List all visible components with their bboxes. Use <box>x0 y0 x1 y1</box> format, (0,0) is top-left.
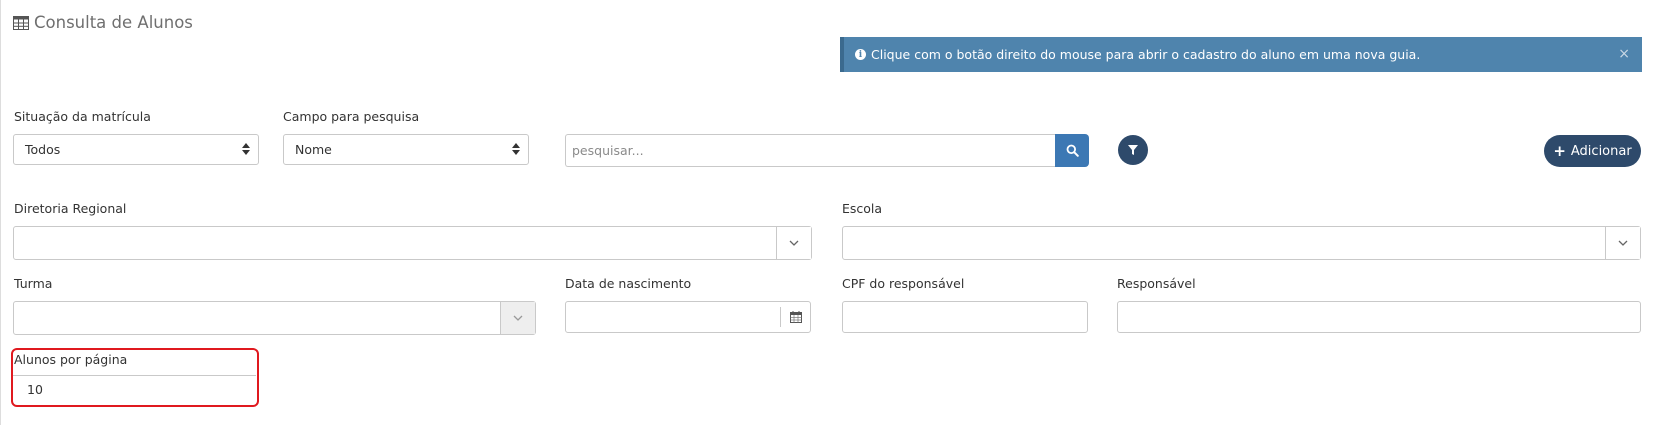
responsavel-label: Responsável <box>1117 276 1196 291</box>
per-page-field[interactable]: 10 <box>13 375 256 402</box>
escola-label: Escola <box>842 201 883 216</box>
filter-icon <box>1128 145 1138 155</box>
left-border <box>0 0 1 425</box>
table-icon <box>13 15 29 30</box>
chevron-down-icon <box>1618 240 1628 246</box>
turma-label: Turma <box>14 276 53 291</box>
info-alert: i Clique com o botão direito do mouse pa… <box>840 37 1642 72</box>
diretoria-label: Diretoria Regional <box>14 201 127 216</box>
info-icon: i <box>855 49 866 60</box>
situacao-label: Situação da matrícula <box>14 109 151 124</box>
diretoria-combo[interactable] <box>13 226 812 260</box>
per-page-value: 10 <box>27 381 43 397</box>
add-button[interactable]: + Adicionar <box>1544 135 1641 167</box>
info-alert-text: Clique com o botão direito do mouse para… <box>871 47 1421 62</box>
diretoria-dropdown-button[interactable] <box>776 227 811 259</box>
per-page-label: Alunos por página <box>14 352 128 367</box>
filter-button[interactable] <box>1118 135 1148 165</box>
page-title: Consulta de Alunos <box>13 13 193 32</box>
responsavel-field[interactable] <box>1117 301 1641 333</box>
turma-combo[interactable] <box>13 301 536 335</box>
calendar-button[interactable] <box>780 307 810 327</box>
plus-icon: + <box>1553 141 1566 160</box>
escola-dropdown-button[interactable] <box>1605 227 1640 259</box>
nascimento-label: Data de nascimento <box>565 276 692 291</box>
campo-select[interactable]: Nome <box>283 134 529 165</box>
chevron-down-icon <box>513 315 523 321</box>
campo-select-value: Nome <box>295 142 332 157</box>
cpf-label: CPF do responsável <box>842 276 965 291</box>
nascimento-date-field[interactable] <box>565 301 811 333</box>
escola-combo[interactable] <box>842 226 1641 260</box>
page: Consulta de Alunos i Clique com o botão … <box>0 0 1653 425</box>
cpf-field[interactable] <box>842 301 1088 333</box>
campo-label: Campo para pesquisa <box>283 109 420 124</box>
chevron-down-icon <box>789 240 799 246</box>
search-icon <box>1066 144 1079 157</box>
calendar-icon <box>789 311 802 323</box>
situacao-select[interactable]: Todos <box>13 134 259 165</box>
select-arrows-icon <box>512 143 520 155</box>
add-button-label: Adicionar <box>1570 143 1632 159</box>
search-input[interactable] <box>565 134 1055 167</box>
close-icon[interactable]: × <box>1618 46 1630 62</box>
select-arrows-icon <box>242 143 250 155</box>
search-button[interactable] <box>1055 134 1089 167</box>
page-title-text: Consulta de Alunos <box>34 13 193 32</box>
situacao-select-value: Todos <box>25 142 61 157</box>
turma-dropdown-button[interactable] <box>500 302 535 334</box>
